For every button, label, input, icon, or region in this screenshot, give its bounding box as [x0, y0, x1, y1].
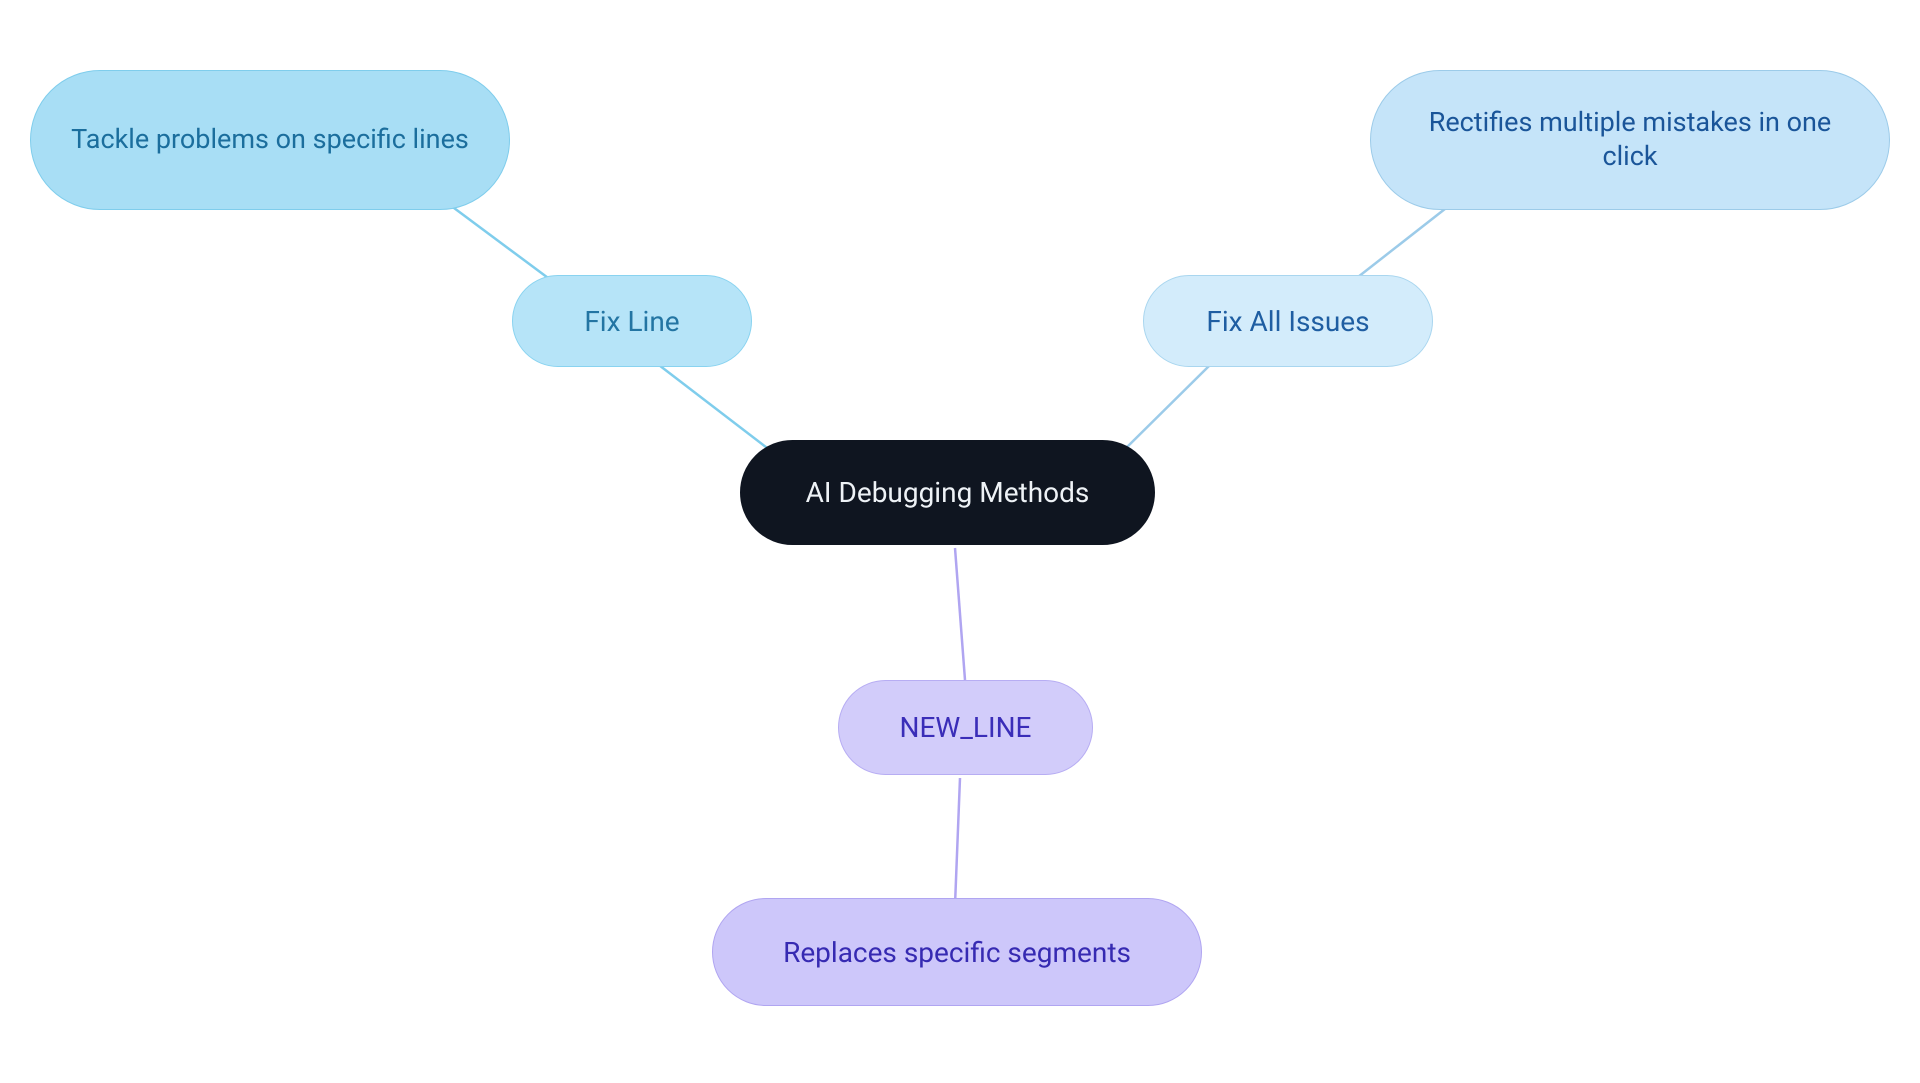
node-fix-line-label: Fix Line: [556, 304, 707, 339]
node-root-label: AI Debugging Methods: [778, 475, 1118, 510]
node-fix-all[interactable]: Fix All Issues: [1143, 275, 1433, 367]
node-new-line-leaf[interactable]: Replaces specific segments: [712, 898, 1202, 1006]
edge-newline-leaf: [955, 778, 960, 905]
node-new-line-label: NEW_LINE: [872, 710, 1060, 745]
node-fix-all-label: Fix All Issues: [1178, 304, 1397, 339]
mindmap-canvas: AI Debugging Methods Fix Line Tackle pro…: [0, 0, 1920, 1083]
node-fix-line[interactable]: Fix Line: [512, 275, 752, 367]
node-fix-line-leaf[interactable]: Tackle problems on specific lines: [30, 70, 510, 210]
edge-root-newline: [955, 548, 965, 680]
node-fix-line-leaf-label: Tackle problems on specific lines: [43, 123, 497, 157]
edge-root-fixline: [655, 362, 775, 454]
node-new-line[interactable]: NEW_LINE: [838, 680, 1093, 775]
edge-root-fixall: [1120, 365, 1210, 454]
node-fix-all-leaf[interactable]: Rectifies multiple mistakes in one click: [1370, 70, 1890, 210]
node-fix-all-leaf-label: Rectifies multiple mistakes in one click: [1371, 106, 1889, 174]
node-new-line-leaf-label: Replaces specific segments: [755, 935, 1159, 970]
node-root[interactable]: AI Debugging Methods: [740, 440, 1155, 545]
